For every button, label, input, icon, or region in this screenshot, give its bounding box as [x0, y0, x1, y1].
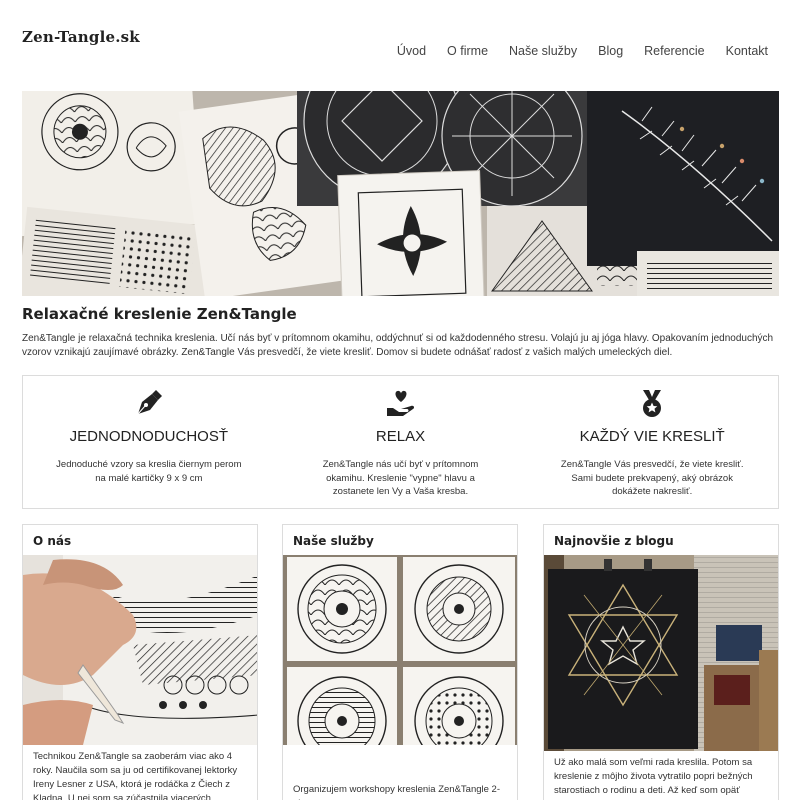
pen-nib-icon [23, 388, 275, 418]
card-about: O nás Technikou Zen&Tangle sa zaoberám v… [22, 524, 258, 800]
feature-relax: RELAX Zen&Tangle nás učí byť v prítomnom… [275, 376, 527, 508]
intro-heading: Relaxačné kreslenie Zen&Tangle [22, 305, 297, 323]
nav-item-kontakt[interactable]: Kontakt [726, 44, 768, 58]
feature-title: KAŽDÝ VIE KRESLIŤ [579, 428, 725, 445]
feature-title: JEDNODNODUCHOSŤ [69, 428, 228, 445]
nav-item-nase-sluzby[interactable]: Naše služby [509, 44, 577, 58]
medal-icon [526, 388, 778, 418]
feature-description: Jednoduché vzory sa kreslia čiernym pero… [56, 459, 242, 484]
hero-banner-image [22, 91, 779, 296]
card-image-mandala-tiles[interactable] [283, 555, 517, 745]
nav-item-referencie[interactable]: Referencie [644, 44, 704, 58]
card-image-drawing-hand[interactable] [23, 555, 257, 745]
intro-paragraph: Zen&Tangle je relaxačná technika kreslen… [22, 333, 774, 358]
nav-item-uvod[interactable]: Úvod [397, 44, 426, 58]
card-blog: Najnovšie z blogu Už ako malá som veľmi … [543, 524, 779, 800]
card-text: Technikou Zen&Tangle sa zaoberám viac ak… [33, 751, 238, 800]
hand-heart-icon [275, 388, 527, 418]
feature-description: Zen&Tangle Vás presvedčí, že viete kresl… [560, 459, 744, 497]
mandala-tile [287, 667, 397, 745]
hero-artwork [22, 91, 779, 296]
mandala-tile [403, 667, 515, 745]
card-text: Už ako malá som veľmi rada kreslila. Pot… [554, 757, 753, 800]
feature-everyone-draws: KAŽDÝ VIE KRESLIŤ Zen&Tangle Vás presved… [526, 376, 778, 508]
feature-title: RELAX [375, 428, 426, 445]
site-logo[interactable]: Zen-Tangle.sk [22, 28, 140, 46]
mandala-tile [403, 557, 515, 661]
mandala-tile [287, 557, 397, 661]
features-section: JEDNODNODUCHOSŤ Jednoduché vzory sa kres… [22, 375, 779, 509]
nav-item-o-firme[interactable]: O firme [447, 44, 488, 58]
card-services: Naše služby Organizujem workshopy kresle… [282, 524, 518, 800]
nav-item-blog[interactable]: Blog [598, 44, 623, 58]
card-title[interactable]: O nás [33, 534, 71, 548]
card-image-blog-easel[interactable] [544, 555, 778, 751]
card-text: Organizujem workshopy kreslenia Zen&Tang… [293, 784, 500, 800]
feature-description: Zen&Tangle nás učí byť v prítomnom okami… [322, 459, 479, 497]
feature-simplicity: JEDNODNODUCHOSŤ Jednoduché vzory sa kres… [23, 376, 275, 508]
card-title[interactable]: Naše služby [293, 534, 374, 548]
main-nav: Úvod O firme Naše služby Blog Referencie… [376, 44, 768, 58]
card-title[interactable]: Najnovšie z blogu [554, 534, 674, 548]
